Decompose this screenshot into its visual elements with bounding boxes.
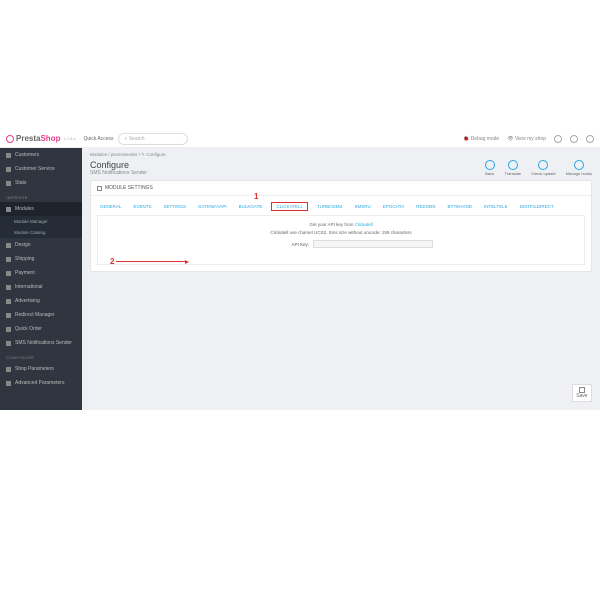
- sidebar-item-international[interactable]: International: [0, 280, 82, 294]
- chart-icon: [6, 181, 11, 186]
- sidebar-item-redirect[interactable]: Redirect Manager: [0, 308, 82, 322]
- header-actions: Back Translate Check update Manage hooks: [485, 160, 592, 176]
- translate-button[interactable]: Translate: [505, 160, 522, 176]
- topbar-right: 🐞 Debug mode 👁 View my shop: [463, 135, 594, 143]
- sidebar-item-customers[interactable]: Customers: [0, 148, 82, 162]
- tab-epochta[interactable]: EPOCHTA: [380, 202, 407, 211]
- panel-body: Get your API key from Clickatell Clickat…: [97, 215, 585, 265]
- annotation-2: 2: [110, 257, 114, 266]
- sidebar-item-shipping[interactable]: Shipping: [0, 252, 82, 266]
- sidebar-sub-module-manager[interactable]: Module Manager: [0, 216, 82, 227]
- view-shop[interactable]: 👁 View my shop: [507, 136, 546, 142]
- person-icon: [6, 153, 11, 158]
- sidebar-sub-module-catalog[interactable]: Module Catalog: [0, 227, 82, 238]
- tab-redsms[interactable]: REDSMS: [413, 202, 438, 211]
- tab-general[interactable]: GENERAL: [97, 202, 125, 211]
- sidebar-item-design[interactable]: Design: [0, 238, 82, 252]
- tab-digitaldirect[interactable]: DIGITALDIRECT: [517, 202, 557, 211]
- puzzle-icon: [6, 207, 11, 212]
- tab-inteltele[interactable]: INTELTELE: [481, 202, 511, 211]
- tab-gatewayapi[interactable]: GATEWAYAPI: [195, 202, 230, 211]
- logo: PrestaShop: [6, 134, 60, 143]
- search-input[interactable]: ⌕ Search: [118, 133, 188, 145]
- debug-mode[interactable]: 🐞 Debug mode: [463, 136, 499, 142]
- sliders-icon: [6, 381, 11, 386]
- logo-icon: [6, 135, 14, 143]
- panel-header: MODULE SETTINGS: [91, 181, 591, 196]
- manage-hooks-button[interactable]: Manage hooks: [566, 160, 592, 176]
- back-button[interactable]: Back: [485, 160, 495, 176]
- page-title: Configure: [90, 160, 147, 170]
- tab-bytehand[interactable]: BYTEHAND: [444, 202, 475, 211]
- sidebar-item-advertising[interactable]: Advertising: [0, 294, 82, 308]
- clickatell-link[interactable]: Clickatell: [355, 222, 373, 227]
- info-line-1: Get your API key from Clickatell: [104, 222, 578, 227]
- sms-icon: [6, 341, 11, 346]
- main: Modules / pssmssender / ✎ Configure Conf…: [82, 148, 600, 410]
- quick-access[interactable]: Quick Access: [83, 136, 113, 142]
- settings-panel: MODULE SETTINGS GENERAL EVENTS SETTINGS GAT…: [90, 180, 592, 272]
- save-button[interactable]: Save: [572, 384, 592, 402]
- redirect-icon: [6, 313, 11, 318]
- headset-icon: [6, 167, 11, 172]
- megaphone-icon: [6, 299, 11, 304]
- tab-events[interactable]: EVENTS: [131, 202, 155, 211]
- back-icon: [485, 160, 495, 170]
- breadcrumb: Modules / pssmssender / ✎ Configure: [90, 152, 592, 158]
- check-update-button[interactable]: Check update: [531, 160, 556, 176]
- sidebar-item-modules[interactable]: Modules: [0, 202, 82, 216]
- tab-smsru[interactable]: SMSRU: [352, 202, 374, 211]
- sidebar-heading-configure: CONFIGURE: [0, 350, 82, 362]
- sidebar-item-stats[interactable]: Stats: [0, 176, 82, 190]
- brush-icon: [6, 243, 11, 248]
- bell-icon[interactable]: [554, 135, 562, 143]
- bolt-icon: [6, 327, 11, 332]
- version: 1.7.6.x: [63, 136, 75, 141]
- sidebar-item-shop-params[interactable]: Shop Parameters: [0, 362, 82, 376]
- annotation-arrow: [116, 261, 186, 262]
- avatar[interactable]: [586, 135, 594, 143]
- info-line-2: Clickatell use charset UCS2. Sms size wi…: [104, 230, 578, 235]
- tab-turbosms[interactable]: TURBOSMS: [314, 202, 346, 211]
- translate-icon: [508, 160, 518, 170]
- sidebar-item-sms[interactable]: SMS Notifications Sender: [0, 336, 82, 350]
- annotation-1: 1: [254, 192, 258, 201]
- refresh-icon: [538, 160, 548, 170]
- tab-bulkgate[interactable]: BULKGATE: [236, 202, 266, 211]
- sidebar-item-payment[interactable]: Payment: [0, 266, 82, 280]
- globe-icon: [6, 285, 11, 290]
- page-subtitle: SMS Notifications Sender: [90, 170, 147, 176]
- truck-icon: [6, 257, 11, 262]
- tab-clickatell[interactable]: CLICKATELL: [271, 202, 308, 211]
- gear-icon: [6, 367, 11, 372]
- api-key-input[interactable]: [313, 240, 433, 248]
- cart-icon[interactable]: [570, 135, 578, 143]
- api-key-label: API Key:: [249, 242, 309, 247]
- tab-bar: GENERAL EVENTS SETTINGS GATEWAYAPI BULKGATE C…: [91, 196, 591, 211]
- tab-settings[interactable]: SETTINGS: [161, 202, 190, 211]
- sidebar-item-customer-service[interactable]: Customer Service: [0, 162, 82, 176]
- sidebar-item-adv-params[interactable]: Advanced Parameters: [0, 376, 82, 390]
- anchor-icon: [574, 160, 584, 170]
- sidebar-heading-improve: IMPROVE: [0, 190, 82, 202]
- sidebar-item-quick-order[interactable]: Quick Order: [0, 322, 82, 336]
- card-icon: [6, 271, 11, 276]
- topbar: PrestaShop 1.7.6.x Quick Access ⌕ Search…: [0, 130, 600, 148]
- search-icon: ⌕: [125, 136, 128, 142]
- sidebar: Customers Customer Service Stats IMPROVE…: [0, 148, 82, 410]
- gear-icon: [97, 186, 102, 191]
